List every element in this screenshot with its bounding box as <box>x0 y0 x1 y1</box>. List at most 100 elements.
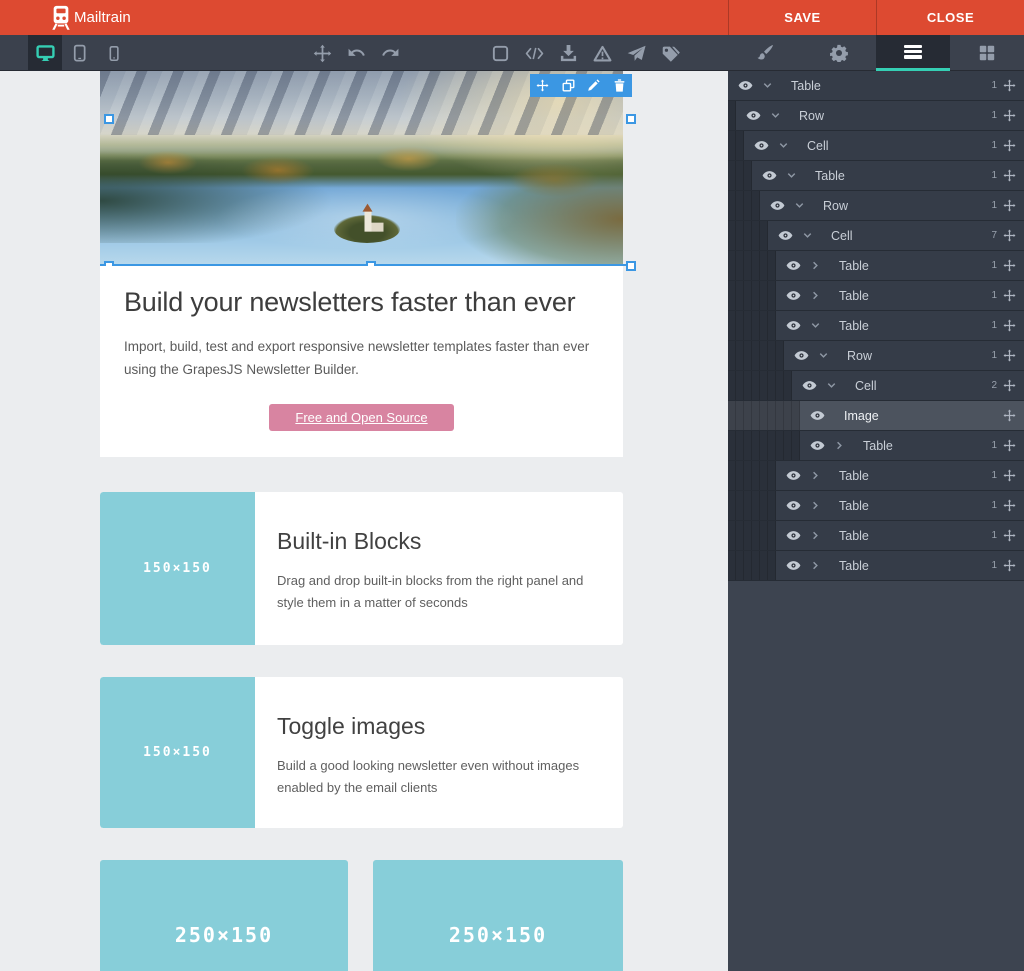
card-paragraph[interactable]: Drag and drop built-in blocks from the r… <box>277 570 609 614</box>
toggle-borders-button[interactable] <box>483 35 517 71</box>
layer-row-table[interactable]: Table1 <box>728 461 1024 491</box>
hero-heading[interactable]: Build your newsletters faster than ever <box>124 287 599 318</box>
move-component-button[interactable] <box>530 74 556 97</box>
image-placeholder-250-right[interactable]: 250×150 <box>373 860 623 971</box>
image-placeholder-250-left[interactable]: 250×150 <box>100 860 348 971</box>
layer-row-cell[interactable]: Cell1 <box>728 131 1024 161</box>
eye-icon[interactable] <box>786 320 802 331</box>
copy-component-button[interactable] <box>556 74 582 97</box>
eye-icon[interactable] <box>746 110 762 121</box>
image-placeholder-150[interactable]: 150×150 <box>100 677 255 828</box>
move-icon[interactable] <box>1003 109 1017 122</box>
hero-image[interactable] <box>100 71 623 266</box>
chevron-down-icon[interactable] <box>803 231 813 240</box>
tab-style-manager[interactable] <box>728 35 802 71</box>
layer-row-table[interactable]: Table1 <box>728 251 1024 281</box>
move-icon[interactable] <box>1003 319 1017 332</box>
move-icon[interactable] <box>1003 169 1017 182</box>
image-placeholder-150[interactable]: 150×150 <box>100 492 255 645</box>
merge-tags-button[interactable] <box>653 35 687 71</box>
chevron-down-icon[interactable] <box>819 351 829 360</box>
chevron-right-icon[interactable] <box>811 561 821 570</box>
layer-row-table[interactable]: Table1 <box>728 161 1024 191</box>
chevron-right-icon[interactable] <box>811 471 821 480</box>
card-heading[interactable]: Built-in Blocks <box>277 528 609 555</box>
chevron-right-icon[interactable] <box>811 531 821 540</box>
move-icon[interactable] <box>1003 499 1017 512</box>
move-icon[interactable] <box>1003 439 1017 452</box>
eye-icon[interactable] <box>786 290 802 301</box>
feature-card-built-in-blocks[interactable]: 150×150 Built-in Blocks Drag and drop bu… <box>100 492 623 645</box>
eye-icon[interactable] <box>786 470 802 481</box>
eye-icon[interactable] <box>810 410 826 421</box>
chevron-right-icon[interactable] <box>811 501 821 510</box>
chevron-down-icon[interactable] <box>771 111 781 120</box>
chevron-down-icon[interactable] <box>795 201 805 210</box>
eye-icon[interactable] <box>770 200 786 211</box>
chevron-down-icon[interactable] <box>787 171 797 180</box>
chevron-down-icon[interactable] <box>763 81 773 90</box>
layer-row-table[interactable]: Table1 <box>728 281 1024 311</box>
resize-handle-right[interactable] <box>626 114 636 124</box>
redo-button[interactable] <box>373 35 407 71</box>
move-icon[interactable] <box>1003 409 1017 422</box>
layer-row-table[interactable]: Table1 <box>728 491 1024 521</box>
chevron-down-icon[interactable] <box>827 381 837 390</box>
import-button[interactable] <box>551 35 585 71</box>
fullscreen-move-button[interactable] <box>305 35 339 71</box>
move-icon[interactable] <box>1003 349 1017 362</box>
chevron-down-icon[interactable] <box>779 141 789 150</box>
eye-icon[interactable] <box>738 80 754 91</box>
move-icon[interactable] <box>1003 79 1017 92</box>
tab-blocks[interactable] <box>950 35 1024 71</box>
move-icon[interactable] <box>1003 139 1017 152</box>
card-paragraph[interactable]: Build a good looking newsletter even wit… <box>277 755 609 799</box>
undo-button[interactable] <box>339 35 373 71</box>
device-tablet-button[interactable] <box>62 35 96 71</box>
layer-row-cell[interactable]: Cell2 <box>728 371 1024 401</box>
delete-component-button[interactable] <box>607 74 633 97</box>
close-button[interactable]: CLOSE <box>876 0 1024 35</box>
edit-component-button[interactable] <box>581 74 607 97</box>
eye-icon[interactable] <box>810 440 826 451</box>
layer-row-row[interactable]: Row1 <box>728 101 1024 131</box>
move-icon[interactable] <box>1003 529 1017 542</box>
save-button[interactable]: SAVE <box>728 0 876 35</box>
resize-handle-left[interactable] <box>104 114 114 124</box>
chevron-down-icon[interactable] <box>811 321 821 330</box>
move-icon[interactable] <box>1003 379 1017 392</box>
move-icon[interactable] <box>1003 289 1017 302</box>
move-icon[interactable] <box>1003 559 1017 572</box>
eye-icon[interactable] <box>802 380 818 391</box>
layer-row-row[interactable]: Row1 <box>728 341 1024 371</box>
eye-icon[interactable] <box>786 500 802 511</box>
move-icon[interactable] <box>1003 469 1017 482</box>
eye-icon[interactable] <box>786 260 802 271</box>
eye-icon[interactable] <box>778 230 794 241</box>
layer-row-table[interactable]: Table1 <box>728 71 1024 101</box>
device-desktop-button[interactable] <box>28 35 62 71</box>
move-icon[interactable] <box>1003 259 1017 272</box>
layer-row-table[interactable]: Table1 <box>728 521 1024 551</box>
resize-handle-bottom-right[interactable] <box>626 261 636 271</box>
chevron-right-icon[interactable] <box>835 441 845 450</box>
layer-row-table[interactable]: Table1 <box>728 311 1024 341</box>
eye-icon[interactable] <box>794 350 810 361</box>
layer-row-row[interactable]: Row1 <box>728 191 1024 221</box>
layer-row-table[interactable]: Table1 <box>728 431 1024 461</box>
layer-row-cell[interactable]: Cell7 <box>728 221 1024 251</box>
chevron-right-icon[interactable] <box>811 291 821 300</box>
eye-icon[interactable] <box>786 530 802 541</box>
hero-paragraph[interactable]: Import, build, test and export responsiv… <box>124 335 606 381</box>
chevron-right-icon[interactable] <box>811 261 821 270</box>
eye-icon[interactable] <box>754 140 770 151</box>
tab-settings[interactable] <box>802 35 876 71</box>
device-mobile-button[interactable] <box>96 35 130 71</box>
layer-row-image[interactable]: Image <box>728 401 1024 431</box>
eye-icon[interactable] <box>762 170 778 181</box>
layer-row-table[interactable]: Table1 <box>728 551 1024 581</box>
tab-layers[interactable] <box>876 35 950 71</box>
warning-button[interactable] <box>585 35 619 71</box>
card-heading[interactable]: Toggle images <box>277 713 609 740</box>
send-test-button[interactable] <box>619 35 653 71</box>
